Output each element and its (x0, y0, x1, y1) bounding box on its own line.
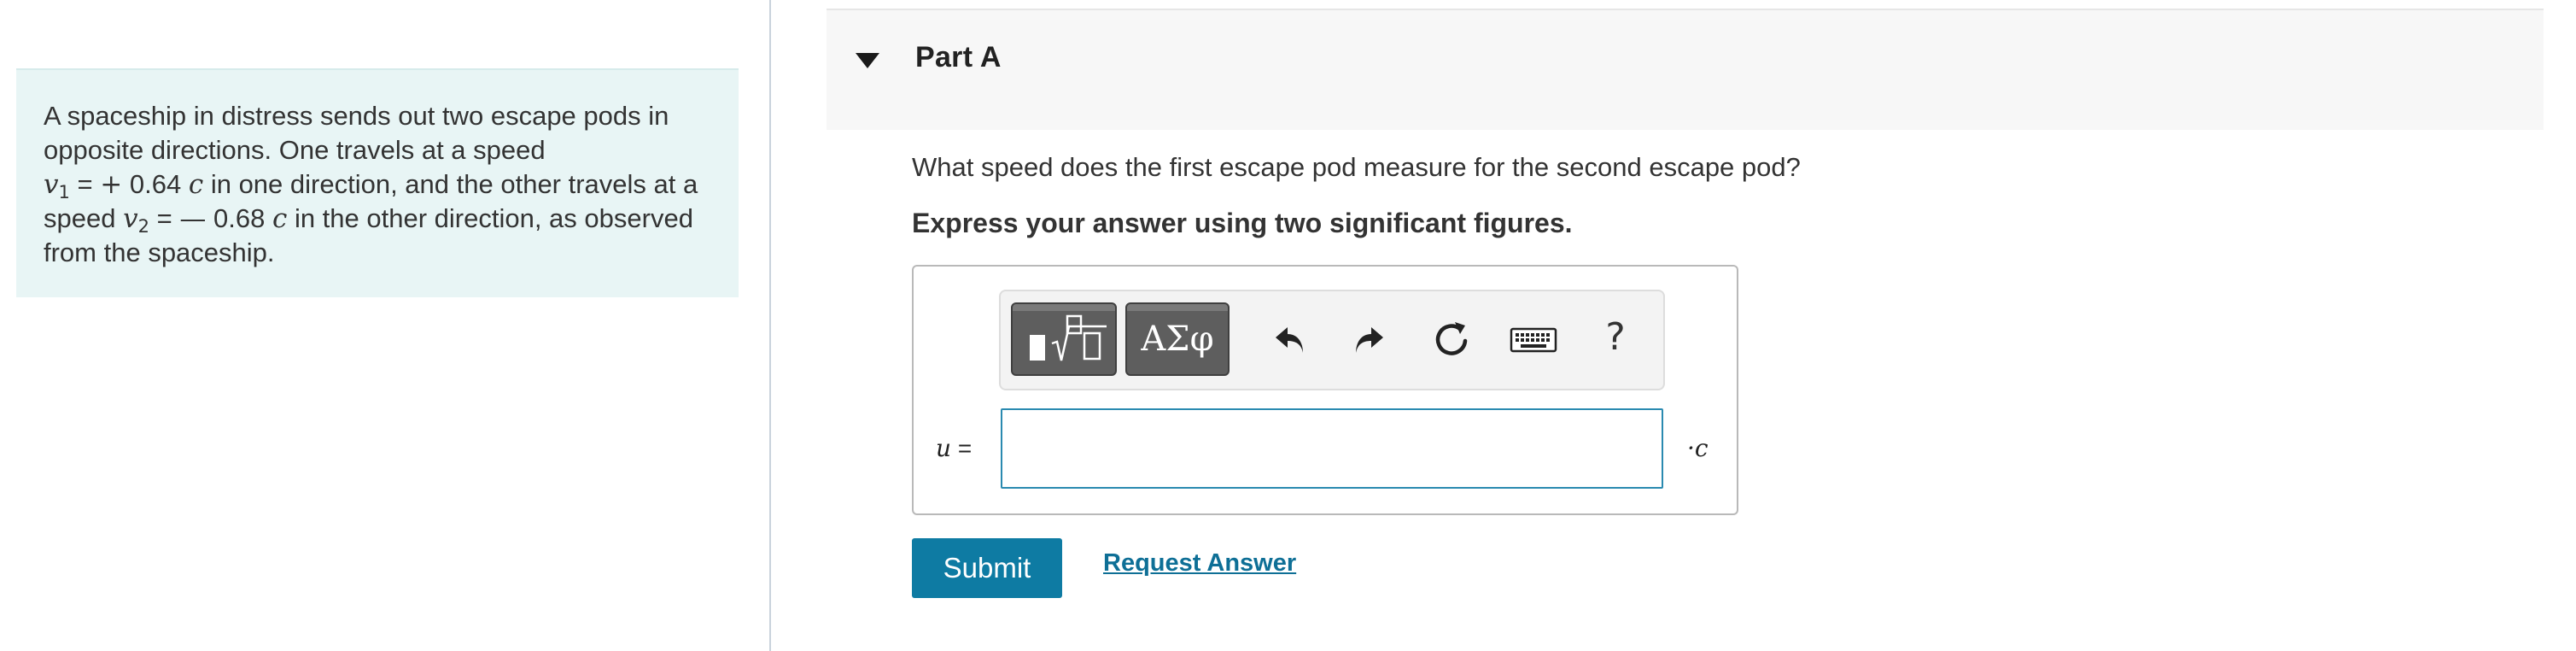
answer-variable-label: u = (936, 434, 972, 462)
templates-button[interactable] (1011, 302, 1117, 376)
keyboard-icon[interactable] (1508, 314, 1559, 365)
answer-box: ΑΣφ ? u = ·c (912, 265, 1738, 515)
answer-input[interactable] (1001, 408, 1663, 489)
part-header[interactable]: Part A (827, 9, 2544, 130)
answer-equals: = (957, 435, 973, 461)
v1-symbol: v (44, 169, 59, 200)
v2-equals: = (156, 203, 172, 233)
redo-icon[interactable] (1344, 314, 1395, 365)
request-answer-link[interactable]: Request Answer (1103, 549, 1296, 578)
symbols-label: ΑΣφ (1141, 320, 1214, 359)
question-text: What speed does the first escape pod mea… (912, 152, 1801, 182)
v2-subscript: 2 (137, 216, 149, 237)
v1-subscript: 1 (58, 182, 70, 202)
submit-button[interactable]: Submit (912, 538, 1062, 598)
panel-divider (769, 0, 771, 651)
v1-plus-sign: + (100, 169, 123, 200)
v2-value: 0.68 (213, 203, 266, 233)
answer-variable: u (936, 434, 952, 462)
collapse-triangle-icon[interactable] (856, 53, 879, 68)
v2-symbol: v (123, 203, 138, 234)
v1-equals: = (77, 169, 93, 199)
problem-statement-panel: A spaceship in distress sends out two es… (16, 68, 739, 297)
v2-minus-sign: — (179, 203, 207, 234)
answer-unit-label: ·c (1687, 434, 1709, 462)
problem-statement-text: A spaceship in distress sends out two es… (44, 99, 718, 270)
v1-c-symbol: c (188, 169, 204, 200)
undo-icon[interactable] (1264, 314, 1315, 365)
v2-c-symbol: c (272, 203, 288, 234)
part-title: Part A (915, 41, 1002, 73)
problem-text-intro: A spaceship in distress sends out two es… (44, 101, 669, 165)
reset-icon[interactable] (1426, 314, 1477, 365)
problem-text-end: in the other direction, as observed from… (44, 203, 693, 267)
templates-icon (1030, 314, 1107, 361)
instruction-text: Express your answer using two significan… (912, 208, 1573, 238)
v1-value: 0.64 (129, 169, 182, 199)
symbols-button[interactable]: ΑΣφ (1125, 302, 1230, 376)
help-icon[interactable]: ? (1595, 314, 1636, 365)
math-toolbar: ΑΣφ ? (999, 290, 1665, 390)
